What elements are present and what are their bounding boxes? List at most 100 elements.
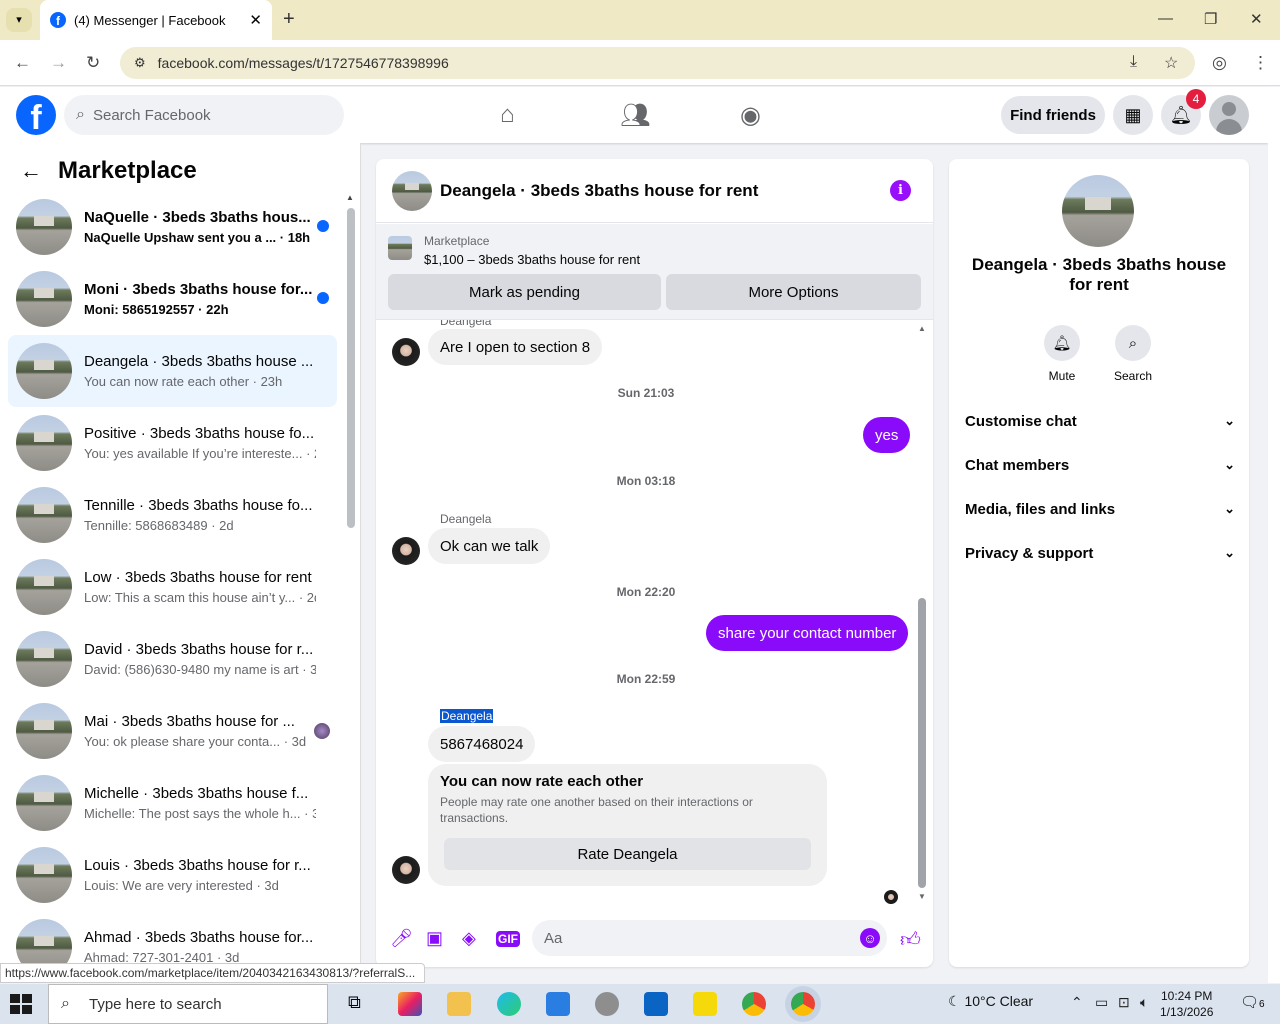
task-view-icon[interactable]: ⧉ xyxy=(348,992,372,1016)
sidebar-header: ← Marketplace xyxy=(20,157,197,185)
chat-title[interactable]: Deangela · 3beds 3baths house for rent xyxy=(440,181,758,201)
conversation-item[interactable]: Tennille · 3beds 3baths house fo... Tenni… xyxy=(8,479,337,551)
scroll-up-icon[interactable]: ▲ xyxy=(918,324,926,333)
customise-chat-section[interactable]: Customise chat ⌄ xyxy=(965,403,1235,439)
tab-search-dropdown[interactable]: ▾ xyxy=(6,8,32,32)
bookmark-star-icon[interactable]: ☆ xyxy=(1164,53,1178,73)
outgoing-message[interactable]: share your contact number xyxy=(706,615,909,651)
info-icon[interactable]: i xyxy=(890,180,911,201)
account-avatar[interactable] xyxy=(1209,95,1249,135)
edge-icon[interactable] xyxy=(497,992,521,1016)
sticker-icon[interactable]: ◈ xyxy=(462,928,476,949)
back-icon[interactable]: ← xyxy=(14,53,31,73)
details-avatar[interactable] xyxy=(1062,175,1134,247)
thread-scrollbar[interactable] xyxy=(918,598,926,888)
privacy-support-section[interactable]: Privacy & support ⌄ xyxy=(965,535,1235,571)
app-icon[interactable] xyxy=(595,992,619,1016)
browser-tabstrip: ▾ f (4) Messenger | Facebook ✕ + — ❐ ✕ xyxy=(0,0,1280,40)
chat-avatar[interactable] xyxy=(392,170,432,211)
mute-button[interactable]: 🔔︎ Mute xyxy=(1032,325,1092,383)
conversation-item[interactable]: David · 3beds 3baths house for r... David… xyxy=(8,623,337,695)
sidebar-scrollbar[interactable] xyxy=(347,208,355,528)
conversation-item-selected[interactable]: Deangela · 3beds 3baths house ... You can… xyxy=(8,335,337,407)
contact-avatar[interactable] xyxy=(392,537,420,565)
listing-price[interactable]: $1,100 – 3beds 3baths house for rent xyxy=(424,252,640,267)
site-info-icon[interactable]: ⚙ xyxy=(134,55,146,71)
more-options-button[interactable]: More Options xyxy=(666,274,921,310)
new-tab-button[interactable]: + xyxy=(283,8,295,31)
friends-icon[interactable]: 👥︎ xyxy=(620,101,650,130)
tray-device-icon[interactable]: ▭ xyxy=(1095,994,1108,1011)
tray-chevron-icon[interactable]: ⌃ xyxy=(1071,994,1083,1011)
conversation-item[interactable]: Ahmad · 3beds 3baths house for... Ahmad: … xyxy=(8,911,337,965)
install-app-icon[interactable]: ⤓ xyxy=(1130,53,1137,71)
thumbs-up-icon[interactable]: 👍︎ xyxy=(900,928,921,952)
incoming-message[interactable]: Are I open to section 8 xyxy=(428,329,603,365)
chrome-active-icon[interactable] xyxy=(791,992,815,1016)
photo-attach-icon[interactable]: ▣ xyxy=(426,928,443,949)
network-icon[interactable]: ⊡ xyxy=(1118,994,1130,1011)
profile-icon[interactable]: ◎ xyxy=(1212,53,1227,73)
notification-center-icon[interactable]: 🗨︎6 xyxy=(1240,993,1265,1011)
chat-members-section[interactable]: Chat members ⌄ xyxy=(965,447,1235,483)
conversation-item[interactable]: Michelle · 3beds 3baths house f... Michel… xyxy=(8,767,337,839)
conversation-item[interactable]: Low · 3beds 3baths house for rent Low: Th… xyxy=(8,551,337,623)
conversation-item[interactable]: Mai · 3beds 3baths house for ... You: ok … xyxy=(8,695,337,767)
minimize-icon[interactable]: — xyxy=(1158,10,1173,27)
incoming-message[interactable]: 5867468024 xyxy=(428,726,536,762)
home-icon[interactable]: ⌂ xyxy=(500,101,515,129)
browser-tab[interactable]: f (4) Messenger | Facebook ✕ xyxy=(40,0,272,40)
restore-icon[interactable]: ❐ xyxy=(1204,10,1217,28)
back-arrow-icon[interactable]: ← xyxy=(20,158,42,184)
file-explorer-icon[interactable] xyxy=(447,992,471,1016)
chrome-icon[interactable] xyxy=(742,992,766,1016)
weather-widget[interactable]: ☾ 10°C Clear xyxy=(948,993,1033,1010)
copilot-icon[interactable] xyxy=(398,992,422,1016)
taskbar-clock[interactable]: 10:24 PM 1/13/2026 xyxy=(1160,988,1213,1020)
address-bar[interactable]: ⚙ facebook.com/messages/t/17275467783989… xyxy=(120,47,1195,79)
start-button[interactable] xyxy=(10,994,32,1014)
scroll-down-icon[interactable]: ▼ xyxy=(918,892,926,901)
groups-icon[interactable]: ◉ xyxy=(740,101,761,130)
conversation-preview: You: ok please share your conta... · 3d xyxy=(84,734,307,749)
conversation-item[interactable]: Positive · 3beds 3baths house fo... You: … xyxy=(8,407,337,479)
media-files-links-section[interactable]: Media, files and links ⌄ xyxy=(965,491,1235,527)
tab-close-icon[interactable]: ✕ xyxy=(249,11,262,29)
menu-grid-icon[interactable]: ▦ xyxy=(1113,95,1153,135)
browser-menu-icon[interactable]: ⋮ xyxy=(1252,53,1269,73)
microphone-icon[interactable]: 🎤︎ xyxy=(390,928,413,949)
listing-avatar xyxy=(16,415,72,471)
conversation-preview: Michelle: The post says the whole h... ·… xyxy=(84,806,316,821)
forward-icon[interactable]: → xyxy=(50,53,67,73)
conversation-item[interactable]: Louis · 3beds 3baths house for r... Louis… xyxy=(8,839,337,911)
window-close-icon[interactable]: ✕ xyxy=(1250,10,1263,28)
store-icon[interactable] xyxy=(546,992,570,1016)
conversation-preview: Low: This a scam this house ain’t y... ·… xyxy=(84,590,316,605)
emoji-icon[interactable]: ☺ xyxy=(860,928,880,948)
message-input[interactable]: Aa xyxy=(532,920,887,956)
facebook-search-input[interactable]: ⌕ Search Facebook xyxy=(64,95,344,135)
sticky-notes-icon[interactable] xyxy=(693,992,717,1016)
facebook-logo[interactable]: f xyxy=(16,95,56,135)
incoming-message[interactable]: Ok can we talk xyxy=(428,528,551,564)
mark-as-pending-button[interactable]: Mark as pending xyxy=(388,274,661,310)
conversation-item[interactable]: Moni · 3beds 3baths house for... Moni: 58… xyxy=(8,263,337,335)
page-scrollbar[interactable] xyxy=(1268,87,1280,983)
reload-icon[interactable]: ↻ xyxy=(86,53,100,73)
message-thread[interactable]: Deangela Are I open to section 8 Sun 21:… xyxy=(376,320,933,904)
gif-icon[interactable]: GIF xyxy=(496,931,520,947)
outlook-icon[interactable] xyxy=(644,992,668,1016)
find-friends-button[interactable]: Find friends xyxy=(1001,96,1105,134)
rate-deangela-button[interactable]: Rate Deangela xyxy=(444,838,811,870)
search-conversation-button[interactable]: ⌕ Search xyxy=(1103,325,1163,383)
listing-thumbnail[interactable] xyxy=(388,236,412,260)
contact-avatar[interactable] xyxy=(392,856,420,884)
facebook-header: f ⌕ Search Facebook ⌂ 👥︎ ◉ Find friends … xyxy=(0,87,1268,143)
taskbar-search-input[interactable]: ⌕ Type here to search xyxy=(48,984,328,1024)
volume-icon[interactable]: 🔈︎ xyxy=(1140,994,1148,1011)
conversation-item[interactable]: NaQuelle · 3beds 3baths hous... NaQuelle … xyxy=(8,191,337,263)
contact-avatar[interactable] xyxy=(392,338,420,366)
conversation-preview: NaQuelle Upshaw sent you a ... · 18h xyxy=(84,230,311,245)
outgoing-message[interactable]: yes xyxy=(863,417,911,453)
scroll-up-icon[interactable]: ▲ xyxy=(346,193,354,202)
